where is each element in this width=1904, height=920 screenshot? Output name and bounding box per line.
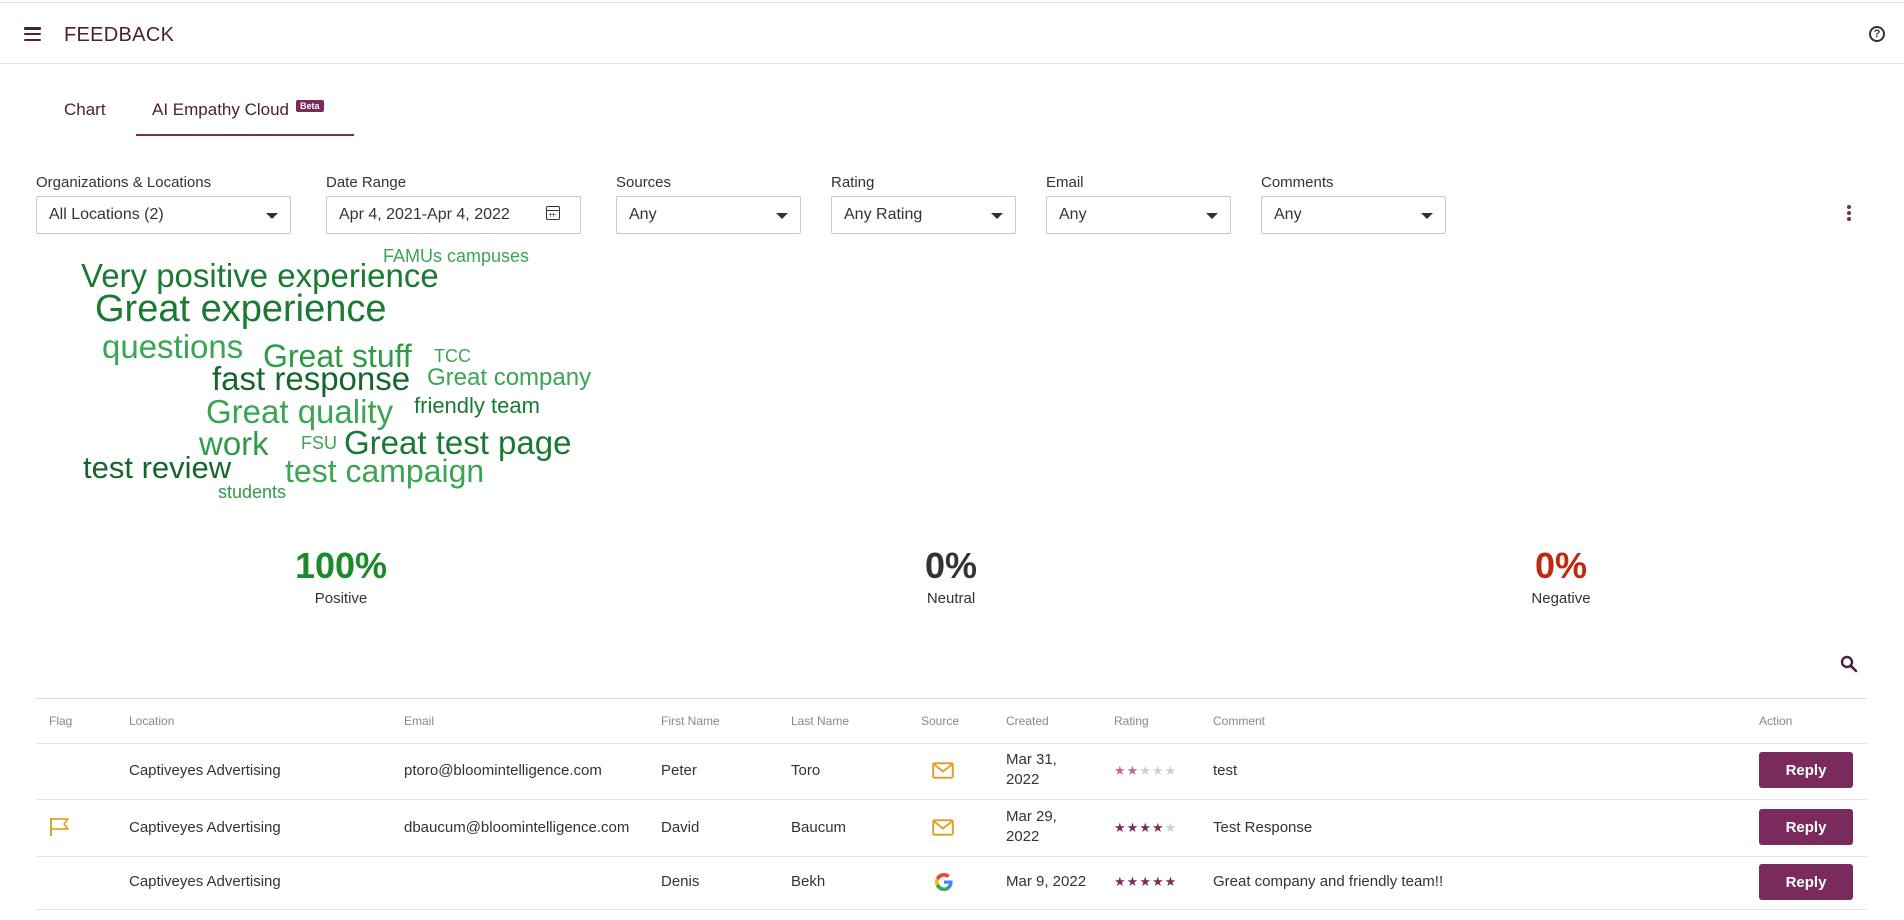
created-cell: Mar 9, 2022: [1006, 873, 1087, 890]
location-cell: Captiveyes Advertising: [129, 873, 281, 890]
created-year: 2022: [1006, 828, 1040, 845]
email-select[interactable]: Any: [1046, 196, 1231, 234]
location-cell: Captiveyes Advertising: [129, 762, 281, 779]
search-icon[interactable]: [1840, 655, 1858, 673]
neutral-label: Neutral: [926, 590, 976, 607]
word-cloud-term[interactable]: FSU: [301, 434, 337, 452]
neutral-percentage: 0%: [924, 545, 978, 586]
positive-label: Positive: [314, 590, 368, 607]
negative-label: Negative: [1531, 590, 1591, 607]
comment-cell: test: [1213, 762, 1238, 779]
organizations-label: Organizations & Locations: [36, 174, 212, 191]
hamburger-menu-icon[interactable]: [24, 27, 41, 42]
chevron-down-icon: [266, 213, 278, 219]
column-header-rating[interactable]: Rating: [1114, 714, 1149, 728]
column-header-first-name[interactable]: First Name: [661, 714, 720, 728]
reply-button[interactable]: Reply: [1759, 864, 1853, 900]
created-date: Mar 29,: [1006, 808, 1057, 825]
organizations-value: All Locations (2): [49, 206, 164, 223]
negative-percentage: 0%: [1534, 545, 1588, 586]
organizations-select[interactable]: All Locations (2): [36, 196, 291, 234]
email-value: Any: [1059, 206, 1087, 223]
chevron-down-icon: [776, 213, 788, 219]
word-cloud-term[interactable]: test campaign: [285, 455, 484, 487]
created-date: Mar 31,: [1006, 751, 1057, 768]
table-header: Flag Location Email First Name Last Name…: [36, 698, 1867, 744]
chevron-down-icon: [1206, 213, 1218, 219]
comment-cell: Great company and friendly team!!: [1213, 873, 1444, 890]
tab-chart-label: Chart: [64, 100, 106, 119]
column-header-source[interactable]: Source: [921, 714, 959, 728]
rating-stars: ★★★★★: [1114, 820, 1178, 835]
flag-icon[interactable]: [49, 817, 71, 837]
reply-button[interactable]: Reply: [1759, 752, 1853, 788]
created-cell: Mar 29, 2022: [1006, 807, 1057, 847]
word-cloud-term[interactable]: Great experience: [95, 290, 387, 328]
page-title: FEEDBACK: [64, 24, 175, 46]
last-name-cell: Toro: [791, 762, 821, 779]
table-row[interactable]: Captiveyes Advertising Denis Bekh Mar 9,…: [36, 856, 1867, 910]
email-cell: dbaucum@bloomintelligence.com: [404, 819, 630, 836]
more-options-icon[interactable]: [1847, 205, 1851, 221]
first-name-cell: Denis: [661, 873, 700, 890]
email-icon: [932, 762, 954, 779]
column-header-last-name[interactable]: Last Name: [791, 714, 849, 728]
word-cloud-term[interactable]: Great company: [427, 366, 591, 390]
last-name-cell: Bekh: [791, 873, 826, 890]
rating-stars: ★★★★★: [1114, 763, 1178, 778]
sources-label: Sources: [616, 174, 672, 191]
rating-label: Rating: [831, 174, 875, 191]
rating-value: Any Rating: [844, 206, 923, 223]
comments-value: Any: [1274, 206, 1302, 223]
column-header-comment[interactable]: Comment: [1213, 714, 1265, 728]
first-name-cell: Peter: [661, 762, 697, 779]
sources-select[interactable]: Any: [616, 196, 801, 234]
created-year: 2022: [1006, 771, 1040, 788]
column-header-flag[interactable]: Flag: [49, 714, 72, 728]
word-cloud-term[interactable]: FAMUs campuses: [383, 247, 529, 265]
tab-ai-label: AI Empathy Cloud: [152, 100, 290, 119]
chevron-down-icon: [1421, 213, 1433, 219]
google-icon: [935, 873, 953, 891]
word-cloud-term[interactable]: friendly team: [414, 395, 540, 417]
column-header-location[interactable]: Location: [129, 714, 174, 728]
tab-ai-empathy-cloud[interactable]: AI Empathy Cloud Beta: [136, 88, 354, 136]
last-name-cell: Baucum: [791, 819, 847, 836]
sources-value: Any: [629, 206, 657, 223]
table-row[interactable]: Captiveyes Advertising dbaucum@bloominte…: [36, 799, 1867, 857]
date-range-input[interactable]: Apr 4, 2021-Apr 4, 2022: [326, 196, 581, 234]
chevron-down-icon: [991, 213, 1003, 219]
top-bar: FEEDBACK ?: [0, 2, 1904, 64]
help-icon[interactable]: ?: [1869, 26, 1885, 42]
location-cell: Captiveyes Advertising: [129, 819, 281, 836]
column-header-action[interactable]: Action: [1759, 714, 1792, 728]
word-cloud-term[interactable]: questions: [102, 330, 243, 363]
date-range-label: Date Range: [326, 174, 407, 191]
word-cloud-term[interactable]: fast response: [212, 362, 410, 395]
word-cloud-term[interactable]: students: [218, 483, 286, 501]
reply-button[interactable]: Reply: [1759, 809, 1853, 845]
comments-label: Comments: [1261, 174, 1334, 191]
date-range-value: Apr 4, 2021-Apr 4, 2022: [339, 206, 510, 223]
rating-stars: ★★★★★: [1114, 874, 1178, 889]
column-header-email[interactable]: Email: [404, 714, 434, 728]
word-cloud-term[interactable]: test review: [83, 452, 231, 483]
comment-cell: Test Response: [1213, 819, 1313, 836]
email-cell: ptoro@bloomintelligence.com: [404, 762, 602, 779]
first-name-cell: David: [661, 819, 700, 836]
email-label: Email: [1046, 174, 1084, 191]
comments-select[interactable]: Any: [1261, 196, 1446, 234]
calendar-icon[interactable]: [546, 206, 560, 220]
email-icon: [932, 819, 954, 836]
positive-percentage: 100%: [294, 545, 388, 586]
created-cell: Mar 31, 2022: [1006, 750, 1057, 790]
word-cloud-term[interactable]: TCC: [434, 347, 471, 365]
table-row[interactable]: Captiveyes Advertising ptoro@bloomintell…: [36, 742, 1867, 800]
column-header-created[interactable]: Created: [1006, 714, 1049, 728]
beta-badge: Beta: [296, 100, 324, 112]
rating-select[interactable]: Any Rating: [831, 196, 1016, 234]
